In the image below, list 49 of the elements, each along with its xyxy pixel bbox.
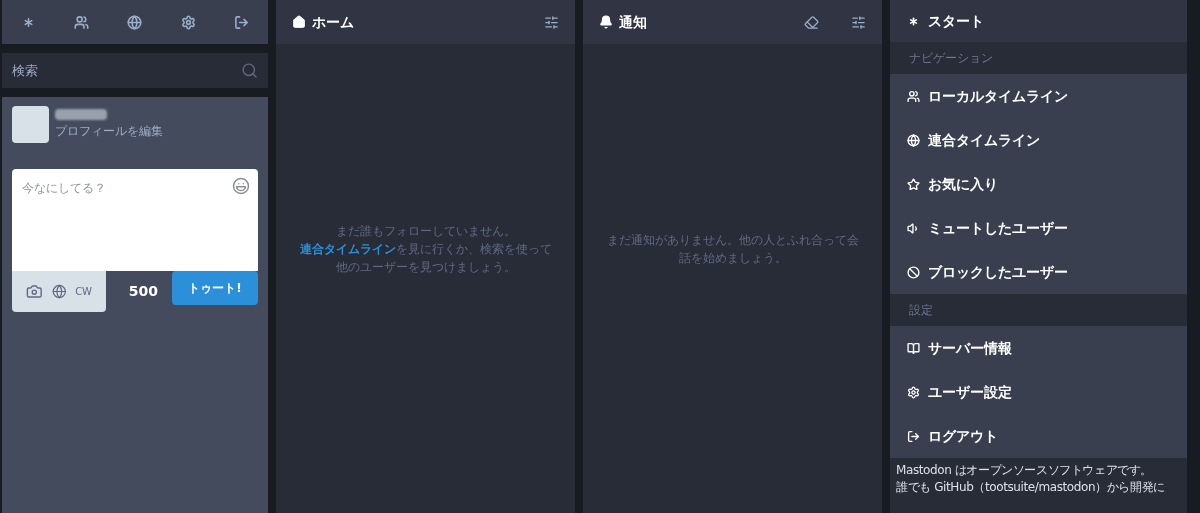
menu-item[interactable]: お気に入り <box>890 162 1187 206</box>
users-icon <box>907 89 920 103</box>
cw-button[interactable]: CW <box>75 284 92 299</box>
compose-box[interactable]: 今なにしてる？ <box>12 169 258 271</box>
about-text: Mastodon はオープンソースソフトウェアです。 <box>896 462 1153 479</box>
globe-icon <box>127 14 143 30</box>
clear-icon[interactable] <box>804 14 819 30</box>
section-heading: ナビゲーション <box>909 50 993 67</box>
speaker-icon <box>907 221 920 235</box>
menu-item[interactable]: サーバー情報 <box>890 326 1187 370</box>
search-field[interactable]: 検索 <box>12 60 212 81</box>
avatar <box>12 106 49 143</box>
empty-message: まだ誰もフォローしていません。 連合タイムラインを見に行くか、検索を使って他のユーザーを見つけましょう。 <box>298 222 553 276</box>
globe-icon <box>907 133 920 147</box>
settings-icon <box>180 14 196 30</box>
bell-icon <box>599 15 613 29</box>
about-text: 誰でも GitHub（tootsuite/mastodon）から開発に <box>896 479 1166 496</box>
users-icon <box>74 14 90 30</box>
federated-timeline-link[interactable]: 連合タイムライン <box>299 241 396 256</box>
emoji-icon[interactable] <box>232 177 250 195</box>
settings-icon[interactable] <box>851 14 866 30</box>
search-bar[interactable]: 検索 <box>2 53 268 88</box>
menu-item[interactable]: ローカルタイムライン <box>890 74 1187 118</box>
globe-icon[interactable] <box>51 284 67 299</box>
compose-field[interactable]: 今なにしてる？ <box>22 179 222 215</box>
book-icon <box>907 341 920 355</box>
settings-icon <box>907 385 920 399</box>
start-title: スタート <box>928 11 984 31</box>
character-counter: 500 <box>128 282 158 301</box>
menu-item[interactable]: ミュートしたユーザー <box>890 206 1187 250</box>
asterisk-icon <box>907 14 920 28</box>
blurred-name <box>55 109 107 120</box>
block-icon <box>907 265 920 279</box>
search-icon <box>241 62 258 79</box>
column-title: 通知 <box>619 12 647 32</box>
menu-item[interactable]: ログアウト <box>890 414 1187 458</box>
logout-icon <box>233 14 249 30</box>
home-icon <box>292 15 306 29</box>
camera-icon[interactable] <box>26 283 43 300</box>
menu-item[interactable]: ブロックしたユーザー <box>890 250 1187 294</box>
column-title: ホーム <box>312 12 354 32</box>
settings-icon[interactable] <box>544 14 559 30</box>
menu-item[interactable]: 連合タイムライン <box>890 118 1187 162</box>
empty-message: まだ通知がありません。他の人とふれ合って会話を始めましょう。 <box>605 231 860 267</box>
logout-icon <box>907 429 920 443</box>
star-icon <box>907 177 920 191</box>
section-heading: 設定 <box>909 302 933 319</box>
menu-item[interactable]: ユーザー設定 <box>890 370 1187 414</box>
edit-profile-link[interactable]: プロフィールを編集 <box>55 122 163 140</box>
